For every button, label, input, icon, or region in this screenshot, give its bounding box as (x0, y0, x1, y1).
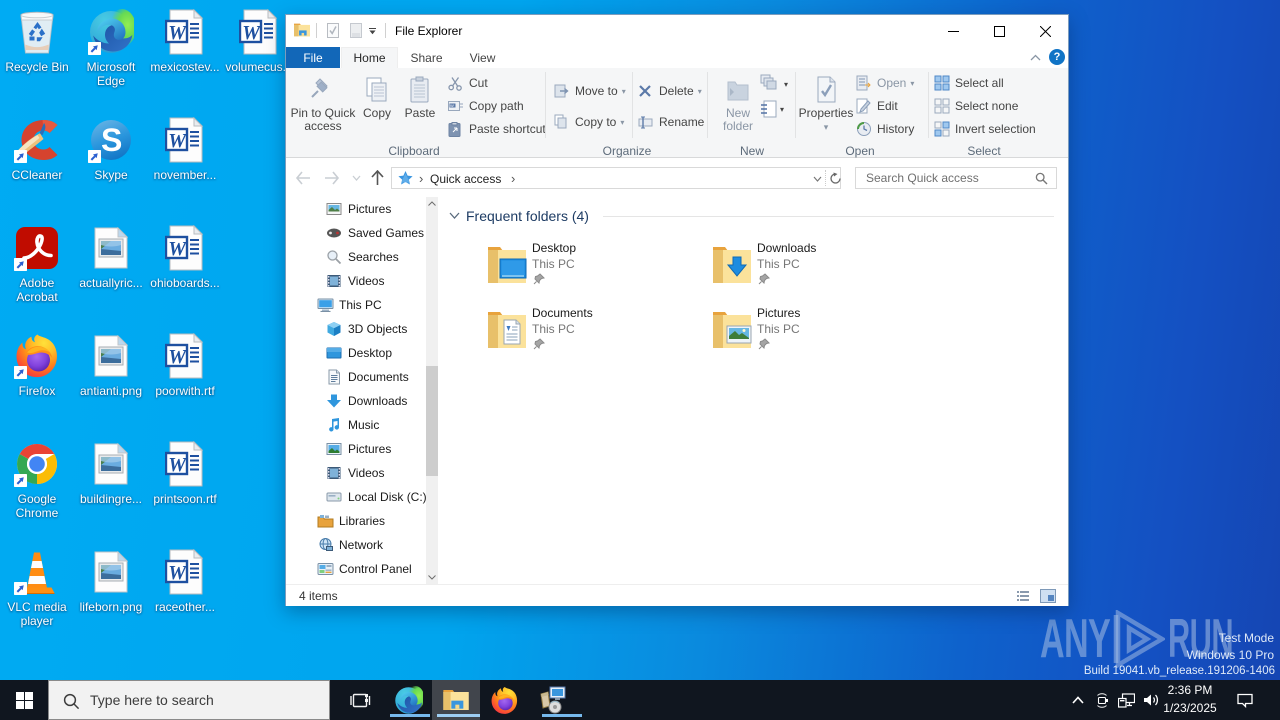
svg-text:W: W (450, 103, 454, 108)
svg-text:S: S (101, 122, 122, 158)
